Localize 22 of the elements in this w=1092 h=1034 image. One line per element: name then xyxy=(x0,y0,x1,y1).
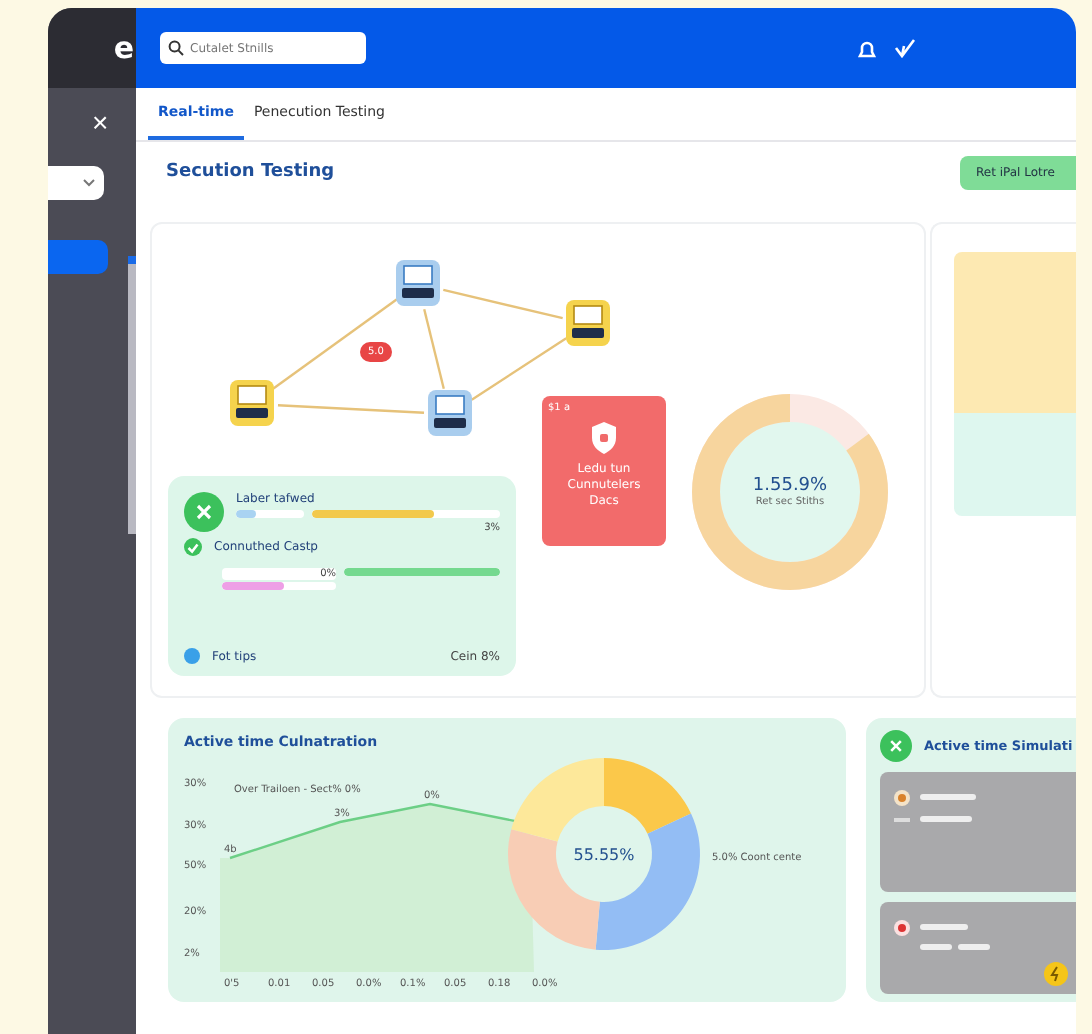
send-icon[interactable] xyxy=(894,37,916,59)
dropdown[interactable] xyxy=(48,166,104,200)
connection-line xyxy=(272,298,398,390)
bell-icon[interactable] xyxy=(856,37,878,59)
laptop-icon xyxy=(230,380,274,426)
shield-icon xyxy=(588,420,620,456)
close-icon xyxy=(184,492,224,532)
bolt-icon xyxy=(1044,962,1068,986)
donut-value: 1.55.9% xyxy=(752,476,828,496)
connection-line xyxy=(471,337,567,401)
progress-bar xyxy=(236,510,304,518)
page-title: Secution Testing xyxy=(166,162,335,182)
laptop-icon xyxy=(566,300,610,346)
pie-value: 55.55% xyxy=(573,846,635,864)
close-icon xyxy=(880,730,912,762)
chevron-icon xyxy=(82,178,96,188)
checkbox[interactable] xyxy=(184,538,202,556)
close-button[interactable]: × xyxy=(92,108,109,136)
logo-letter: e xyxy=(113,30,134,66)
scrollbar[interactable] xyxy=(128,256,136,534)
laptop-icon xyxy=(396,260,440,306)
laptop-icon xyxy=(428,390,472,436)
